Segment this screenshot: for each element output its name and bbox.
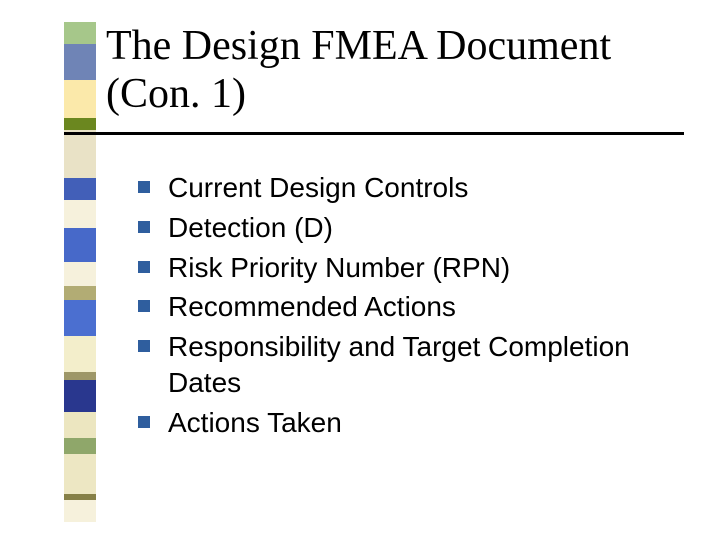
list-item-text: Detection (D) <box>168 210 333 246</box>
sidebar-block <box>64 200 96 228</box>
slide-title-area: The Design FMEA Document (Con. 1) <box>106 22 686 119</box>
square-bullet-icon <box>138 261 150 273</box>
list-item-text: Responsibility and Target Completion Dat… <box>168 329 678 401</box>
square-bullet-icon <box>138 221 150 233</box>
slide-title: The Design FMEA Document (Con. 1) <box>106 22 686 119</box>
bullet-list: Current Design Controls Detection (D) Risk… <box>138 170 678 441</box>
decorative-sidebar <box>64 22 96 518</box>
sidebar-block <box>64 412 96 438</box>
sidebar-block <box>64 438 96 454</box>
square-bullet-icon <box>138 340 150 352</box>
list-item: Current Design Controls <box>138 170 678 206</box>
list-item: Detection (D) <box>138 210 678 246</box>
list-item: Risk Priority Number (RPN) <box>138 250 678 286</box>
list-item-text: Current Design Controls <box>168 170 468 206</box>
square-bullet-icon <box>138 416 150 428</box>
list-item: Actions Taken <box>138 405 678 441</box>
list-item-text: Actions Taken <box>168 405 342 441</box>
sidebar-block <box>64 80 96 118</box>
sidebar-block <box>64 286 96 300</box>
sidebar-block <box>64 500 96 522</box>
sidebar-block <box>64 22 96 44</box>
sidebar-block <box>64 130 96 178</box>
sidebar-block <box>64 228 96 262</box>
sidebar-block <box>64 178 96 200</box>
sidebar-block <box>64 336 96 372</box>
sidebar-block <box>64 262 96 286</box>
sidebar-block <box>64 380 96 412</box>
list-item-text: Risk Priority Number (RPN) <box>168 250 510 286</box>
sidebar-block <box>64 44 96 80</box>
sidebar-block <box>64 300 96 336</box>
list-item: Responsibility and Target Completion Dat… <box>138 329 678 401</box>
title-underline <box>64 132 684 135</box>
slide-body: Current Design Controls Detection (D) Risk… <box>138 170 678 445</box>
sidebar-block <box>64 454 96 494</box>
list-item-text: Recommended Actions <box>168 289 456 325</box>
sidebar-block <box>64 372 96 380</box>
square-bullet-icon <box>138 300 150 312</box>
sidebar-block <box>64 118 96 130</box>
list-item: Recommended Actions <box>138 289 678 325</box>
square-bullet-icon <box>138 181 150 193</box>
